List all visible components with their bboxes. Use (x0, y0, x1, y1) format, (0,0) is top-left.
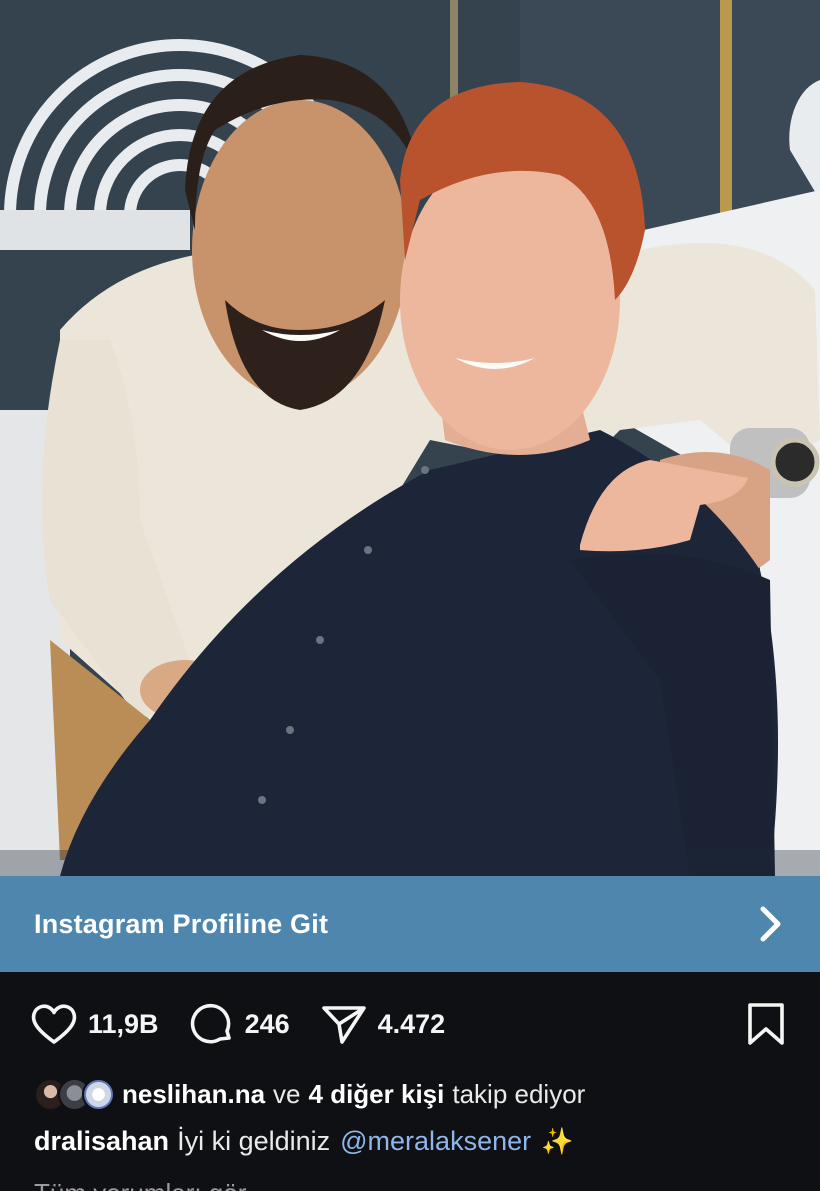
follower-avatars (34, 1076, 116, 1112)
share-button[interactable]: 4.472 (320, 1002, 446, 1046)
follower-suffix: takip ediyor (452, 1078, 586, 1109)
like-count: 11,9B (88, 1008, 159, 1039)
post-caption: dralisahan İyi ki geldiniz @meralaksener… (34, 1126, 573, 1157)
chevron-right-icon (760, 906, 781, 942)
heart-icon (31, 1004, 77, 1044)
bookmark-icon[interactable] (746, 1002, 786, 1046)
comment-button[interactable]: 246 (189, 1001, 290, 1047)
view-all-comments-link[interactable]: Tüm yorumları gör (34, 1178, 246, 1191)
photo-illustration (0, 0, 820, 876)
sparkles-icon: ✨ (541, 1126, 574, 1156)
caption-username[interactable]: dralisahan (34, 1126, 169, 1157)
like-button[interactable]: 11,9B (30, 1002, 159, 1046)
followed-by-line[interactable]: neslihan.na ve 4 diğer kişi takip ediyor (34, 1074, 593, 1114)
avatar (82, 1078, 115, 1111)
caption-text: İyi ki geldiniz (177, 1126, 331, 1156)
send-icon (321, 1006, 366, 1044)
follower-username[interactable]: neslihan.na (122, 1079, 265, 1110)
post-action-bar: 11,9B 246 4.472 (0, 972, 820, 1076)
follower-others[interactable]: 4 diğer kişi (309, 1079, 445, 1110)
follower-connector: ve (273, 1078, 301, 1109)
share-count: 4.472 (377, 1008, 446, 1039)
caption-mention[interactable]: @meralaksener (340, 1126, 531, 1157)
comment-count: 246 (244, 1008, 290, 1039)
post-photo[interactable] (0, 0, 820, 876)
go-to-profile-banner[interactable]: Instagram Profiline Git (0, 876, 820, 972)
comment-icon (190, 1003, 231, 1044)
go-to-profile-label: Instagram Profiline Git (34, 908, 329, 939)
